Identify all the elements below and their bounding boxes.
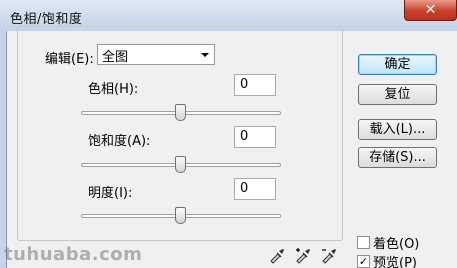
- hue-label: 色相(H):: [88, 82, 139, 97]
- edit-range-select[interactable]: 全图: [97, 44, 215, 65]
- close-button[interactable]: ✕: [404, 0, 457, 21]
- preview-option[interactable]: ✓ 预览(P): [357, 252, 417, 268]
- eyedropper-icon[interactable]: [268, 246, 286, 264]
- chevron-down-icon: [201, 53, 209, 57]
- window-title: 色相/饱和度: [10, 12, 83, 27]
- hue-input[interactable]: 0: [234, 74, 276, 96]
- colorize-option[interactable]: 着色(O): [357, 233, 419, 252]
- saturation-label: 饱和度(A):: [88, 134, 151, 149]
- preview-checkbox[interactable]: ✓: [357, 255, 370, 268]
- reset-button[interactable]: 复位: [358, 84, 437, 105]
- lightness-slider-thumb[interactable]: [175, 207, 186, 224]
- saturation-slider-thumb[interactable]: [175, 156, 186, 173]
- edit-label: 编辑(E):: [42, 48, 97, 67]
- close-icon: ✕: [424, 2, 437, 18]
- load-button[interactable]: 载入(L)...: [358, 119, 437, 140]
- saturation-input[interactable]: 0: [234, 126, 276, 148]
- eyedropper-minus-icon[interactable]: [320, 246, 338, 264]
- colorize-label: 着色(O): [373, 237, 420, 252]
- lightness-input[interactable]: 0: [234, 178, 276, 200]
- edit-range-value: 全图: [102, 50, 129, 65]
- colorize-checkbox[interactable]: [357, 236, 370, 249]
- lightness-label: 明度(I):: [88, 186, 133, 201]
- eyedropper-plus-icon[interactable]: [294, 246, 312, 264]
- preview-label: 预览(P): [373, 256, 417, 268]
- watermark: tuhuaba.com: [4, 244, 143, 265]
- ok-button[interactable]: 确定: [358, 54, 437, 75]
- hue-slider-thumb[interactable]: [175, 104, 186, 121]
- save-button[interactable]: 存储(S)...: [358, 147, 437, 168]
